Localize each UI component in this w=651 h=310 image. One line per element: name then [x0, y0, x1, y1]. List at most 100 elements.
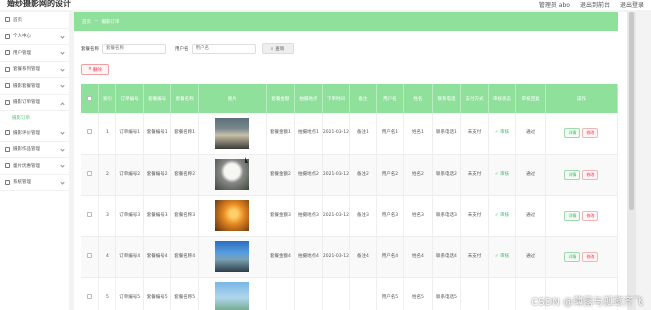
- edit-button[interactable]: 修改: [582, 169, 599, 180]
- cell-pay: 未支付: [460, 154, 489, 196]
- header-select-all[interactable]: [81, 84, 100, 113]
- cell-package-name: 套餐名称3: [170, 195, 199, 237]
- breadcrumb-home[interactable]: 首页: [82, 19, 91, 25]
- username-input[interactable]: [191, 43, 256, 54]
- cell-phone: 联系电话5: [432, 277, 462, 310]
- cell-order: 订单编号5: [115, 277, 144, 310]
- chevron-up-icon: [60, 101, 65, 107]
- cell-package-no: 套餐编号1: [143, 113, 172, 155]
- cell-audit-link[interactable]: ✓ 审核: [488, 195, 517, 237]
- cell-package-no: 套餐编号5: [143, 277, 172, 310]
- page-scrollbar[interactable]: [627, 12, 636, 310]
- detail-button[interactable]: 详情: [564, 251, 581, 262]
- star-icon: [5, 130, 10, 136]
- column-header: 审核状态: [488, 84, 517, 113]
- delete-button[interactable]: ✕ 删除: [81, 64, 109, 75]
- sidebar-item-profile[interactable]: 个人中心: [0, 29, 69, 45]
- chevron-down-icon: [60, 83, 65, 88]
- sidebar-item-label: 个人中心: [13, 34, 31, 40]
- home-icon: [5, 17, 10, 23]
- row-checkbox[interactable]: [87, 129, 93, 135]
- top-bar: 婚纱摄影网的设计 管理员 abo 退出到前台 退出登录: [0, 0, 651, 10]
- table-header-row: 索引 订单编号 套餐编号 套餐名称 图片 套餐金额 拍摄地点 下单时间 备注 用…: [81, 84, 618, 113]
- detail-button[interactable]: 详情: [564, 128, 581, 139]
- cell-package-no: 套餐编号2: [143, 154, 172, 196]
- scrollbar-thumb[interactable]: [629, 12, 634, 210]
- cell-location: [294, 277, 323, 310]
- column-header: 用户名: [376, 84, 405, 113]
- column-header: 操作: [545, 84, 618, 113]
- sidebar-item-home[interactable]: 首页: [0, 12, 69, 29]
- sidebar-item-package-series[interactable]: 套餐系列管理: [0, 62, 69, 78]
- breadcrumb-separator: —: [94, 19, 99, 24]
- cell-time: 2021-03-12: [322, 236, 351, 278]
- audit-link-label: 审核: [500, 171, 510, 177]
- search-button[interactable]: ⌕ 查询: [261, 43, 294, 54]
- sidebar-item-discounts[interactable]: 童片优惠管理: [0, 158, 69, 175]
- cell-amount: 套餐金额1: [266, 113, 296, 155]
- logout-link[interactable]: 退出登录: [620, 0, 644, 9]
- edit-button[interactable]: 修改: [582, 128, 599, 139]
- cell-pay: 未支付: [460, 236, 489, 278]
- cell-audit-link[interactable]: ✓ 审核: [488, 113, 517, 155]
- row-checkbox[interactable]: [87, 170, 93, 176]
- chevron-down-icon: [60, 163, 65, 168]
- table-row: 1 订单编号1 套餐编号1 套餐名称1 套餐金额1 拍摄地点1 2021-03-…: [81, 113, 618, 155]
- sidebar-item-orders[interactable]: 摄影订单管理: [0, 95, 69, 111]
- sidebar-item-works[interactable]: 摄影作品管理: [0, 142, 69, 158]
- chevron-down-icon: [60, 179, 65, 185]
- sidebar-item-label: 摄影作品管理: [13, 147, 40, 153]
- cell-username: 用户名2: [376, 154, 405, 196]
- detail-button[interactable]: 详情: [564, 210, 581, 221]
- sidebar-item-reviews[interactable]: 摄影评价管理: [0, 125, 69, 142]
- cell-package-no: 套餐编号4: [143, 236, 172, 278]
- edit-button[interactable]: 修改: [582, 251, 599, 262]
- sidebar-item-users[interactable]: 用户管理: [0, 45, 69, 62]
- sidebar-item-label: 套餐系列管理: [13, 67, 40, 73]
- cell-name: 姓名5: [403, 277, 433, 310]
- row-checkbox[interactable]: [87, 252, 93, 258]
- column-header: 拍摄地点: [294, 84, 323, 113]
- current-user: 管理员 abo: [538, 2, 570, 9]
- column-header: 索引: [98, 84, 117, 113]
- sidebar-subitem-orders[interactable]: 摄影订单: [0, 111, 69, 125]
- gear-icon: [5, 179, 10, 185]
- package-photo: [215, 282, 250, 310]
- cell-username: 用户名5: [376, 277, 405, 310]
- cell-index: 4: [98, 236, 117, 278]
- sidebar-item-packages[interactable]: 摄影套餐管理: [0, 78, 69, 95]
- cell-audit-link[interactable]: ✓ 审核: [488, 236, 517, 278]
- edit-button[interactable]: 修改: [582, 210, 599, 221]
- package-photo: [215, 241, 250, 272]
- column-header: 套餐编号: [143, 84, 172, 113]
- select-all-checkbox[interactable]: [87, 95, 93, 101]
- detail-button[interactable]: 详情: [564, 169, 581, 180]
- cell-name: 姓名3: [403, 195, 433, 237]
- cell-location: 拍摄地点2: [294, 154, 323, 196]
- cell-amount: [266, 277, 296, 310]
- row-checkbox[interactable]: [87, 211, 93, 217]
- cell-order: 订单编号3: [115, 195, 144, 237]
- cell-amount: 套餐金额4: [266, 236, 296, 278]
- cell-name: 姓名1: [403, 113, 433, 155]
- cell-phone: 联系电话1: [432, 113, 462, 155]
- cell-audit-link[interactable]: ✓ 审核: [488, 154, 517, 196]
- audit-link-label: 审核: [500, 212, 510, 218]
- search-bar: 套餐名称 用户名 ⌕ 查询: [81, 43, 294, 54]
- sidebar-item-system[interactable]: 系统管理: [0, 175, 69, 191]
- exit-to-front-link[interactable]: 退出到前台: [580, 0, 610, 9]
- camera-icon: [5, 83, 10, 89]
- row-checkbox[interactable]: [87, 293, 93, 299]
- column-header: 下单时间: [322, 84, 351, 113]
- package-name-input[interactable]: [102, 43, 166, 54]
- image-icon: [5, 146, 10, 152]
- cell-username: 用户名1: [376, 113, 405, 155]
- cell-note: 备注3: [349, 195, 377, 237]
- users-icon: [5, 50, 10, 56]
- cell-name: 姓名2: [403, 154, 433, 196]
- chevron-down-icon: [60, 50, 65, 55]
- cell-index: 5: [98, 277, 117, 310]
- column-header: 联系电话: [432, 84, 462, 113]
- package-photo: [215, 200, 250, 231]
- breadcrumb: 首页 — 摄影订单: [74, 12, 618, 31]
